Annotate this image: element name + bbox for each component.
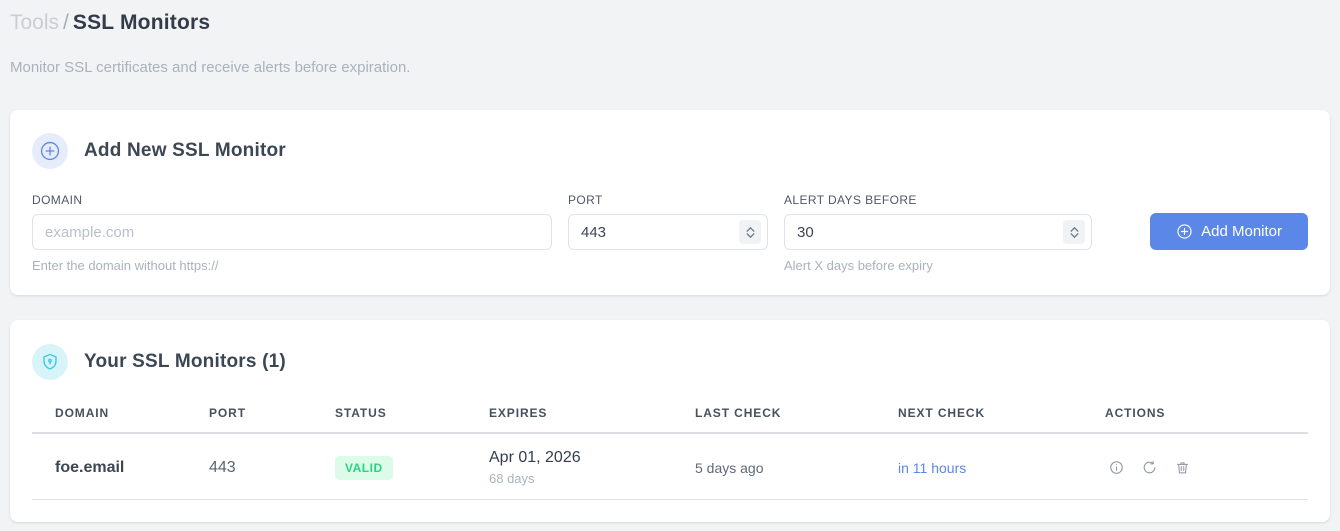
column-header-status: STATUS — [335, 406, 387, 420]
page-subtitle: Monitor SSL certificates and receive ale… — [10, 59, 411, 76]
column-header-expires: EXPIRES — [489, 406, 548, 420]
plus-circle-icon — [1176, 223, 1193, 240]
add-monitor-form: DOMAIN Enter the domain without https://… — [32, 193, 1308, 273]
monitor-port: 443 — [209, 458, 236, 476]
monitor-expires-cell: Apr 01, 2026 68 days — [489, 449, 695, 486]
port-input[interactable] — [568, 214, 768, 250]
submit-button-wrap: Add Monitor — [1150, 193, 1308, 250]
expires-days-remaining: 68 days — [489, 471, 535, 486]
column-header-domain: DOMAIN — [55, 406, 110, 420]
chevron-down-icon — [746, 232, 754, 238]
trash-icon[interactable] — [1175, 460, 1190, 475]
port-field-group: PORT — [568, 193, 768, 250]
monitors-card: Your SSL Monitors (1) DOMAIN PORT STATUS… — [10, 320, 1330, 522]
monitor-domain: foe.email — [55, 458, 125, 476]
alert-days-label: ALERT DAYS BEFORE — [784, 193, 917, 207]
column-header-last-check: LAST CHECK — [695, 406, 782, 420]
add-monitor-button[interactable]: Add Monitor — [1150, 213, 1308, 250]
port-stepper[interactable] — [739, 220, 761, 244]
monitor-actions-cell — [1105, 460, 1308, 475]
alert-days-stepper[interactable] — [1063, 220, 1085, 244]
add-monitor-card-title: Add New SSL Monitor — [84, 140, 286, 161]
shield-icon — [32, 344, 68, 380]
monitors-card-header: Your SSL Monitors (1) — [32, 344, 1308, 380]
monitor-next-check: in 11 hours — [898, 459, 967, 476]
expires-date: Apr 01, 2026 — [489, 449, 581, 466]
monitor-last-check: 5 days ago — [695, 459, 764, 476]
chevron-up-icon — [1070, 226, 1078, 232]
domain-field-group: DOMAIN Enter the domain without https:// — [32, 193, 552, 273]
breadcrumb-tools-link[interactable]: Tools — [10, 11, 59, 34]
column-header-actions: ACTIONS — [1105, 406, 1166, 420]
domain-input[interactable] — [32, 214, 552, 250]
page-title: SSL Monitors — [72, 11, 211, 34]
breadcrumb: Tools / SSL Monitors — [10, 8, 1330, 38]
chevron-down-icon — [1070, 232, 1078, 238]
domain-label: DOMAIN — [32, 193, 83, 207]
alert-days-helper-text: Alert X days before expiry — [784, 258, 933, 273]
port-label: PORT — [568, 193, 603, 207]
ssl-monitors-page: Tools / SSL Monitors Monitor SSL certifica… — [0, 0, 1340, 522]
add-monitor-card: Add New SSL Monitor DOMAIN Enter the dom… — [10, 110, 1330, 295]
monitors-table: DOMAIN PORT STATUS EXPIRES LAST CHECK NE… — [32, 406, 1308, 500]
breadcrumb-separator: / — [63, 11, 69, 34]
status-badge: VALID — [335, 455, 393, 480]
alert-days-field-group: ALERT DAYS BEFORE Alert X days before ex… — [784, 193, 1092, 273]
column-header-next-check: NEXT CHECK — [898, 406, 986, 420]
chevron-up-icon — [746, 226, 754, 232]
table-row: foe.email 443 VALID Apr 01, 2026 68 days… — [32, 434, 1308, 500]
alert-days-input[interactable] — [784, 214, 1092, 250]
domain-helper-text: Enter the domain without https:// — [32, 258, 219, 273]
plus-circle-icon — [32, 133, 68, 169]
monitor-status-cell: VALID — [335, 455, 489, 480]
info-icon[interactable] — [1109, 460, 1124, 475]
column-header-port: PORT — [209, 406, 246, 420]
row-actions — [1105, 460, 1308, 475]
add-monitor-card-header: Add New SSL Monitor — [32, 133, 1308, 169]
add-monitor-button-label: Add Monitor — [1201, 223, 1282, 240]
refresh-icon[interactable] — [1142, 460, 1157, 475]
table-header-row: DOMAIN PORT STATUS EXPIRES LAST CHECK NE… — [32, 406, 1308, 434]
monitors-card-title: Your SSL Monitors (1) — [84, 351, 286, 372]
